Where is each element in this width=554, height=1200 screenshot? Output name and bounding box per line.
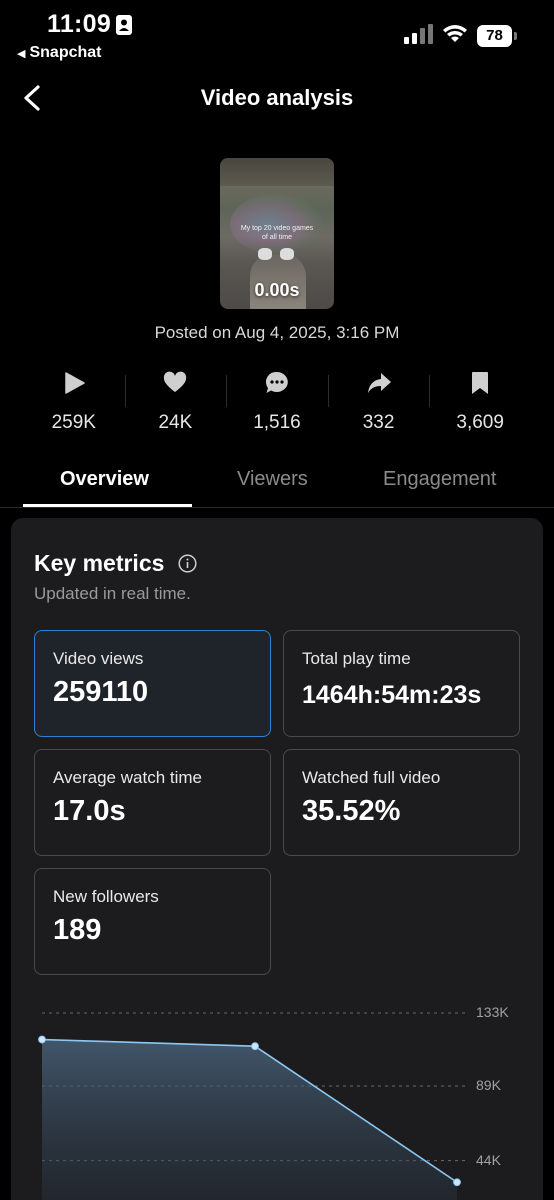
page-title: Video analysis <box>200 85 354 110</box>
stat-favorites: 3,609 <box>429 365 531 445</box>
metric-watched-full-video[interactable]: Watched full video 35.52% <box>283 749 520 856</box>
key-metrics-title: Key metrics <box>34 550 165 576</box>
battery-level: 78 <box>477 25 512 47</box>
info-icon[interactable] <box>178 554 197 573</box>
tab-engagement[interactable]: Engagement <box>383 468 496 491</box>
chart-point[interactable] <box>251 1042 259 1051</box>
person-card-icon <box>116 15 132 35</box>
posted-date: Posted on Aug 4, 2025, 3:16 PM <box>154 323 400 342</box>
y-tick-label: 133K <box>476 1004 509 1020</box>
clock: 11:09 <box>47 10 112 38</box>
wifi-icon <box>443 25 467 42</box>
metric-new-followers[interactable]: New followers 189 <box>34 868 271 975</box>
metric-value: 189 <box>53 914 102 946</box>
metric-value: 17.0s <box>53 795 126 827</box>
metric-value: 1464h:54m:23s <box>302 681 482 709</box>
tab-viewers[interactable]: Viewers <box>237 468 308 491</box>
metric-value: 259110 <box>53 676 149 708</box>
y-tick-label: 89K <box>476 1077 501 1093</box>
metric-average-watch-time[interactable]: Average watch time 17.0s <box>34 749 271 856</box>
bookmark-icon <box>472 372 489 394</box>
video-thumbnail[interactable]: My top 20 video games of all time 0.00s <box>220 158 334 309</box>
share-icon <box>367 373 391 393</box>
stat-views: 259K <box>23 365 125 445</box>
play-icon <box>65 372 85 394</box>
metric-label: Video views <box>53 649 144 668</box>
thumbnail-caption: My top 20 video games of all time <box>240 225 314 241</box>
views-chart-svg <box>38 1012 466 1200</box>
views-chart: 133K 89K 44K <box>11 998 543 1200</box>
metric-label: Average watch time <box>53 768 202 787</box>
stat-likes: 24K <box>124 365 227 445</box>
back-app-label: Snapchat <box>29 44 102 61</box>
video-duration: 0.00s <box>254 280 300 300</box>
metric-total-play-time[interactable]: Total play time 1464h:54m:23s <box>283 630 520 737</box>
active-tab-indicator <box>23 504 192 507</box>
metric-video-views[interactable]: Video views 259110 <box>34 630 271 737</box>
chart-area <box>42 1039 457 1200</box>
status-bar: 11:09 ◀ Snapchat 78 <box>0 0 554 68</box>
heart-icon <box>164 371 187 392</box>
chart-point[interactable] <box>453 1178 461 1187</box>
metric-label: New followers <box>53 887 159 906</box>
cellular-signal-icon <box>404 24 433 44</box>
stat-shares: 332 <box>327 365 430 445</box>
stat-value: 259K <box>51 412 96 433</box>
stat-value: 332 <box>362 412 395 433</box>
metric-label: Watched full video <box>302 768 441 787</box>
metric-value: 35.52% <box>302 795 401 827</box>
video-stats-row: 259K 24K 1,516 332 3,609 <box>23 365 531 445</box>
tab-overview[interactable]: Overview <box>60 468 149 491</box>
stat-comments: 1,516 <box>226 365 328 445</box>
key-metrics-card: Key metrics Updated in real time. Video … <box>11 518 543 1200</box>
key-metrics-subtitle: Updated in real time. <box>34 584 191 603</box>
back-triangle-icon: ◀ <box>17 47 26 60</box>
y-tick-label: 44K <box>476 1151 501 1168</box>
stat-value: 1,516 <box>253 412 301 433</box>
tab-bar: Overview Viewers Engagement <box>0 462 554 508</box>
stat-value: 24K <box>158 412 193 433</box>
chart-point[interactable] <box>38 1035 46 1044</box>
metric-label: Total play time <box>302 649 411 668</box>
battery-icon: 78 <box>477 25 517 47</box>
comment-icon <box>265 371 288 393</box>
stat-value: 3,609 <box>456 412 504 433</box>
back-to-app-link[interactable]: ◀ Snapchat <box>17 44 101 62</box>
